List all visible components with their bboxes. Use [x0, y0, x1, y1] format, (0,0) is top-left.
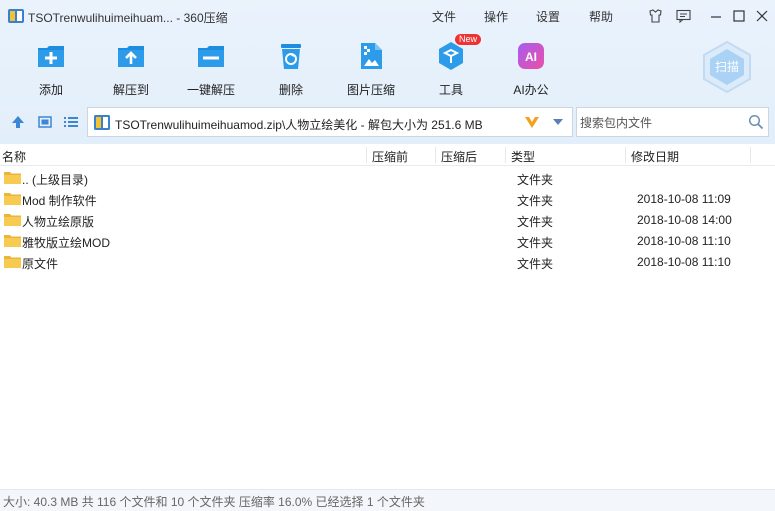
one-click-extract-icon [195, 40, 227, 72]
ai-office-label: AI办公 [513, 83, 549, 97]
add-button[interactable]: 添加 [16, 36, 86, 98]
column-divider[interactable] [625, 147, 626, 163]
column-name[interactable]: 名称 [2, 148, 26, 165]
add-icon [35, 40, 67, 72]
file-date: 2018-10-08 11:09 [637, 192, 731, 206]
close-icon[interactable] [754, 8, 770, 24]
file-date: 2018-10-08 11:10 [637, 234, 731, 248]
tools-button[interactable]: New 工具 [416, 34, 486, 98]
scan-label: 扫描 [715, 60, 739, 74]
menu-settings[interactable]: 设置 [536, 8, 560, 25]
delete-icon [275, 40, 307, 72]
address-row: TSOTrenwulihuimeihuamod.zip\人物立绘美化 - 解包大… [0, 106, 775, 138]
address-bar[interactable]: TSOTrenwulihuimeihuamod.zip\人物立绘美化 - 解包大… [87, 107, 573, 137]
extract-to-icon [115, 40, 147, 72]
archive-path: TSOTrenwulihuimeihuamod.zip\人物立绘美化 - 解包大… [115, 118, 483, 132]
file-type: 文件夹 [517, 173, 554, 187]
file-name: 人物立绘原版 [22, 215, 95, 229]
search-icon[interactable] [748, 114, 764, 130]
list-view-icon[interactable] [63, 114, 79, 130]
column-divider[interactable] [435, 147, 436, 163]
column-type[interactable]: 类型 [511, 148, 535, 165]
menu-help[interactable]: 帮助 [589, 8, 613, 25]
list-item[interactable]: 原文件 文件夹 2018-10-08 11:10 [0, 252, 775, 273]
status-text: 大小: 40.3 MB 共 116 个文件和 10 个文件夹 压缩率 16.0%… [3, 495, 425, 509]
skin-icon[interactable] [647, 8, 663, 24]
ai-icon-text: AI [525, 50, 537, 64]
ai-office-icon: AI [515, 40, 547, 72]
column-modified[interactable]: 修改日期 [631, 148, 679, 165]
file-name: 原文件 [22, 257, 59, 271]
archive-app-icon [8, 9, 24, 23]
extract-to-label: 解压到 [112, 83, 149, 97]
menu-operate[interactable]: 操作 [484, 8, 508, 25]
add-label: 添加 [38, 83, 63, 97]
status-bar: 大小: 40.3 MB 共 116 个文件和 10 个文件夹 压缩率 16.0%… [0, 489, 775, 511]
folder-icon [4, 172, 21, 184]
file-name: .. (上级目录) [22, 173, 88, 187]
file-name: 雅牧版立绘MOD [22, 236, 110, 250]
tools-icon: New [435, 34, 482, 72]
top-panel: TSOTrenwulihuimeihuam... - 360压缩 文件 操作 设… [0, 0, 775, 144]
list-item[interactable]: 人物立绘原版 文件夹 2018-10-08 14:00 [0, 210, 775, 231]
feedback-icon[interactable] [675, 8, 691, 24]
list-item[interactable]: 雅牧版立绘MOD 文件夹 2018-10-08 11:10 [0, 231, 775, 252]
checkmark-v-icon[interactable] [524, 114, 540, 130]
image-compress-icon [355, 40, 387, 72]
new-badge: New [455, 34, 482, 45]
toolbar: 添加 解压到 一键解压 删除 图片压缩 New 工具 AI AI办公 [0, 34, 775, 102]
up-level-icon[interactable] [10, 114, 26, 130]
scan-icon: 扫描 [703, 40, 751, 94]
scan-button[interactable]: 扫描 [700, 40, 754, 94]
column-divider[interactable] [366, 147, 367, 163]
chevron-down-icon[interactable] [553, 119, 563, 125]
thumbnail-view-icon[interactable] [37, 114, 53, 130]
column-compressed-after[interactable]: 压缩后 [441, 148, 477, 165]
one-click-extract-button[interactable]: 一键解压 [176, 36, 246, 98]
file-type: 文件夹 [517, 257, 554, 271]
column-header: 名称 压缩前 压缩后 类型 修改日期 [0, 144, 775, 166]
search-box[interactable] [576, 107, 769, 137]
ai-office-button[interactable]: AI AI办公 [496, 36, 566, 98]
list-item[interactable]: Mod 制作软件 文件夹 2018-10-08 11:09 [0, 189, 775, 210]
title-bar: TSOTrenwulihuimeihuam... - 360压缩 文件 操作 设… [0, 0, 775, 32]
folder-icon [4, 193, 21, 205]
file-type: 文件夹 [517, 236, 554, 250]
column-divider[interactable] [750, 147, 751, 163]
folder-icon [4, 235, 21, 247]
one-click-extract-label: 一键解压 [186, 83, 235, 97]
image-compress-label: 图片压缩 [346, 83, 395, 97]
tools-label: 工具 [438, 83, 463, 97]
search-input[interactable] [580, 114, 740, 132]
file-name: Mod 制作软件 [22, 194, 97, 208]
file-type: 文件夹 [517, 215, 554, 229]
delete-label: 删除 [278, 83, 303, 97]
column-divider[interactable] [505, 147, 506, 163]
file-type: 文件夹 [517, 194, 554, 208]
folder-icon [4, 214, 21, 226]
folder-icon [4, 256, 21, 268]
image-compress-button[interactable]: 图片压缩 [336, 36, 406, 98]
column-compressed-before[interactable]: 压缩前 [372, 148, 408, 165]
menu-file[interactable]: 文件 [432, 8, 456, 25]
file-date: 2018-10-08 14:00 [637, 213, 732, 227]
file-date: 2018-10-08 11:10 [637, 255, 731, 269]
maximize-icon[interactable] [731, 8, 747, 24]
delete-button[interactable]: 删除 [256, 36, 326, 98]
extract-to-button[interactable]: 解压到 [96, 36, 166, 98]
minimize-icon[interactable] [708, 8, 724, 24]
list-item[interactable]: .. (上级目录) 文件夹 [0, 168, 775, 189]
zip-file-icon [94, 115, 110, 130]
window-title: TSOTrenwulihuimeihuam... - 360压缩 [28, 11, 228, 25]
